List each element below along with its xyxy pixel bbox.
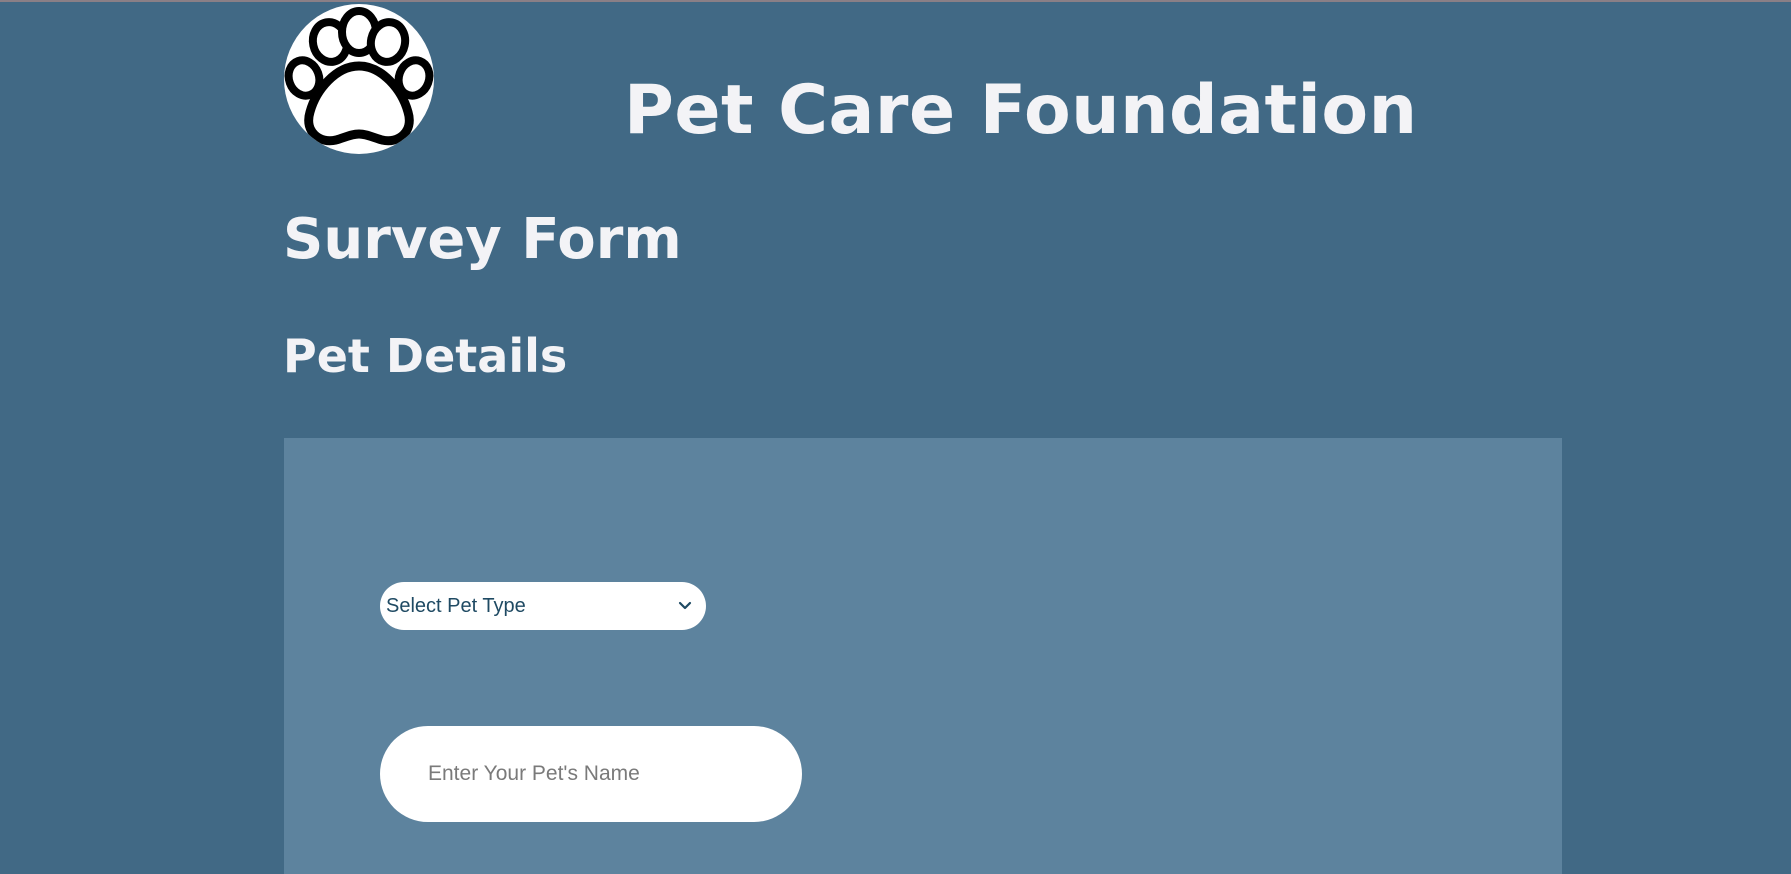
page-title: Survey Form xyxy=(283,207,682,272)
pet-type-select-value: Select Pet Type xyxy=(386,594,526,617)
form-panel: Select Pet Type xyxy=(284,438,1562,874)
pet-name-input[interactable] xyxy=(380,726,802,822)
pet-type-select[interactable]: Select Pet Type xyxy=(380,582,706,630)
top-border xyxy=(0,0,1791,2)
site-title: Pet Care Foundation xyxy=(624,71,1418,150)
paw-print-icon xyxy=(284,4,434,154)
section-title: Pet Details xyxy=(283,329,568,383)
chevron-down-icon xyxy=(678,601,692,611)
